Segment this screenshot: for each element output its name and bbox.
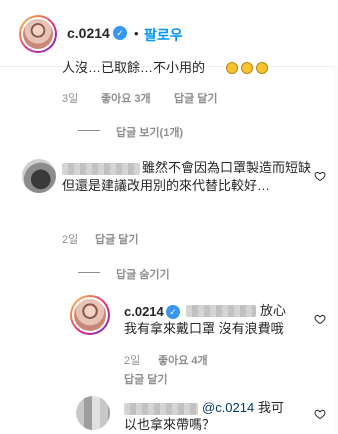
comment-time: 2일 — [62, 234, 79, 246]
reply-button[interactable]: 답글 달기 — [174, 90, 218, 106]
emoji-icon — [226, 62, 238, 74]
follow-button[interactable]: 팔로우 — [144, 25, 183, 45]
view-replies-button[interactable]: 답글 보기(1개) — [116, 124, 183, 140]
comment-time: 3일 — [62, 93, 79, 105]
header-separator: • — [134, 26, 139, 41]
avatar-photo — [23, 19, 53, 49]
blurred-username[interactable] — [124, 403, 198, 415]
commenter-avatar[interactable] — [76, 396, 110, 430]
heart-icon[interactable] — [314, 170, 326, 182]
heart-icon[interactable] — [314, 408, 326, 420]
post-header: c.0214 ✓ • 팔로우 — [0, 0, 338, 67]
scrollbar[interactable] — [334, 66, 338, 432]
divider-line — [78, 130, 100, 131]
reply-username[interactable]: c.0214 — [124, 304, 164, 319]
reply-button[interactable]: 답글 달기 — [95, 231, 139, 247]
profile-avatar[interactable] — [19, 15, 57, 53]
commenter-avatar[interactable] — [22, 159, 56, 193]
hide-replies-button[interactable]: 답글 숨기기 — [116, 266, 170, 282]
header-username[interactable]: c.0214 — [67, 25, 110, 41]
verified-badge-icon: ✓ — [113, 26, 127, 40]
partial-comment-text: 人沒…已取餘…不小用的 — [62, 60, 206, 75]
reply-text-line2: 我有拿來戴口罩 沒有浪費哦 — [124, 321, 284, 336]
emoji-icon — [256, 62, 268, 74]
heart-icon[interactable] — [314, 313, 326, 325]
mention-link[interactable]: @c.0214 — [202, 400, 254, 415]
reply-likes[interactable]: 좋아요 4개 — [158, 352, 208, 368]
divider-line — [78, 272, 100, 273]
reply-button[interactable]: 답글 달기 — [124, 371, 168, 387]
emoji-icon — [241, 62, 253, 74]
reply-time: 2일 — [124, 355, 141, 367]
verified-badge-icon: ✓ — [166, 305, 180, 319]
comment-text-after: 我可 — [254, 400, 284, 415]
blurred-mention[interactable] — [186, 305, 256, 317]
reply-text-tail: 放心 — [260, 303, 287, 318]
comment-text-line2: 以也拿來帶嗎？ — [124, 417, 216, 432]
comment-text: 雖然不會因為口罩製造而短缺但還是建議改用別的來代替比較好… — [62, 160, 312, 193]
reply-avatar[interactable] — [70, 295, 110, 335]
comment-likes[interactable]: 좋아요 3개 — [101, 90, 151, 106]
avatar-photo — [74, 299, 106, 331]
comment-text: @c.0214 我可 — [202, 399, 284, 417]
